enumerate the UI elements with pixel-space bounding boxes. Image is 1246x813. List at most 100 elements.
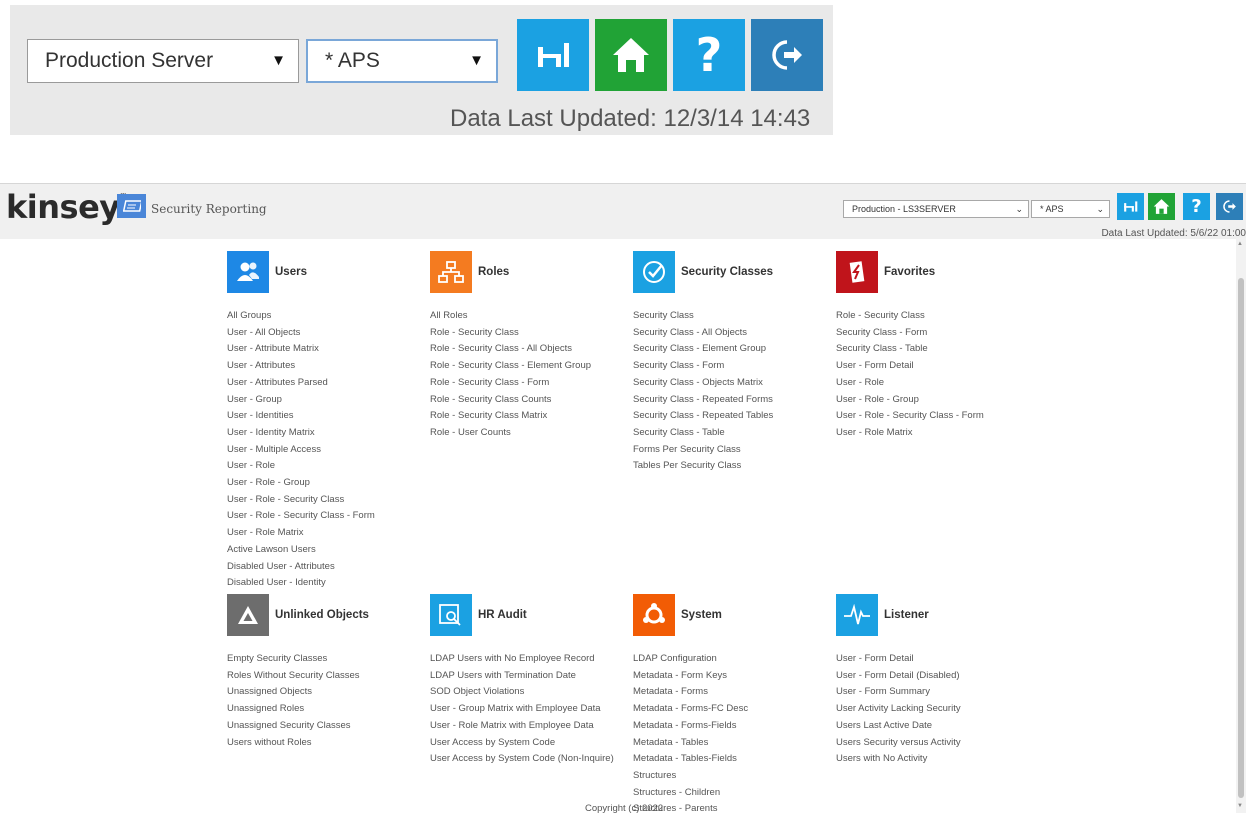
report-link[interactable]: User - Attribute Matrix xyxy=(227,341,375,358)
report-link[interactable]: Role - Security Class xyxy=(836,308,984,325)
report-link[interactable]: User - Attributes xyxy=(227,358,375,375)
report-link[interactable]: User - Identities xyxy=(227,408,375,425)
report-link[interactable]: Metadata - Forms-FC Desc xyxy=(633,701,748,718)
report-link[interactable]: User - Role Matrix xyxy=(836,425,984,442)
report-link[interactable]: Role - Security Class xyxy=(430,325,591,342)
report-link[interactable]: User - Role - Group xyxy=(836,392,984,409)
report-link[interactable]: Role - Security Class - Element Group xyxy=(430,358,591,375)
report-link[interactable]: Unassigned Roles xyxy=(227,701,369,718)
report-link[interactable]: Users with No Activity xyxy=(836,751,961,768)
report-link[interactable]: Security Class - Repeated Tables xyxy=(633,408,773,425)
report-link[interactable]: User - Group xyxy=(227,392,375,409)
report-link[interactable]: Users without Roles xyxy=(227,735,369,752)
report-link[interactable]: Structures xyxy=(633,768,748,785)
server-select-value: Production - LS3SERVER xyxy=(852,204,956,214)
report-link[interactable]: Users Last Active Date xyxy=(836,718,961,735)
report-link[interactable]: Security Class - Element Group xyxy=(633,341,773,358)
report-link[interactable]: Role - Security Class - Form xyxy=(430,375,591,392)
report-link[interactable]: User - Role Matrix xyxy=(227,525,375,542)
report-link[interactable]: User Access by System Code (Non-Inquire) xyxy=(430,751,614,768)
logout-icon xyxy=(1223,200,1236,213)
report-link[interactable]: Unassigned Security Classes xyxy=(227,718,369,735)
company-select[interactable]: * APS ▼ xyxy=(306,39,498,83)
report-link[interactable]: Role - Security Class - All Objects xyxy=(430,341,591,358)
report-link[interactable]: Forms Per Security Class xyxy=(633,442,773,459)
report-link[interactable]: Role - User Counts xyxy=(430,425,591,442)
report-link[interactable]: Active Lawson Users xyxy=(227,542,375,559)
report-link[interactable]: User - Form Detail xyxy=(836,358,984,375)
report-link[interactable]: User - Identity Matrix xyxy=(227,425,375,442)
desk-button[interactable] xyxy=(1117,193,1144,220)
report-link[interactable]: Metadata - Tables xyxy=(633,735,748,752)
report-link[interactable]: Disabled User - Identity xyxy=(227,575,375,592)
report-link[interactable]: User - Multiple Access xyxy=(227,442,375,459)
report-link[interactable]: Security Class - Objects Matrix xyxy=(633,375,773,392)
report-link[interactable]: Users Security versus Activity xyxy=(836,735,961,752)
report-link[interactable]: Metadata - Tables-Fields xyxy=(633,751,748,768)
report-link[interactable]: Security Class - Repeated Forms xyxy=(633,392,773,409)
report-link[interactable]: Metadata - Forms xyxy=(633,684,748,701)
report-link[interactable]: Roles Without Security Classes xyxy=(227,668,369,685)
report-link[interactable]: User - Role Matrix with Employee Data xyxy=(430,718,614,735)
report-link[interactable]: User - Form Detail xyxy=(836,651,961,668)
link-list: Empty Security Classes Roles Without Secu… xyxy=(227,651,369,751)
logout-button[interactable] xyxy=(1216,193,1243,220)
report-link[interactable]: Metadata - Form Keys xyxy=(633,668,748,685)
report-link[interactable]: Security Class - All Objects xyxy=(633,325,773,342)
report-link[interactable]: All Roles xyxy=(430,308,591,325)
report-link[interactable]: Tables Per Security Class xyxy=(633,458,773,475)
home-button[interactable] xyxy=(1148,193,1175,220)
logout-button[interactable] xyxy=(751,19,823,91)
report-link[interactable]: Structures - Children xyxy=(633,785,748,802)
report-link[interactable]: User - All Objects xyxy=(227,325,375,342)
server-select[interactable]: Production Server ▼ xyxy=(27,39,299,83)
report-link[interactable]: Security Class xyxy=(633,308,773,325)
company-select[interactable]: * APS ⌄ xyxy=(1031,200,1110,218)
report-link[interactable]: User - Form Summary xyxy=(836,684,961,701)
link-list: User - Form Detail User - Form Detail (Di… xyxy=(836,651,961,768)
report-link[interactable]: User Access by System Code xyxy=(430,735,614,752)
desk-icon xyxy=(1124,201,1138,212)
help-button[interactable]: ? xyxy=(673,19,745,91)
report-link[interactable]: User - Form Detail (Disabled) xyxy=(836,668,961,685)
report-link[interactable]: Security Class - Form xyxy=(836,325,984,342)
report-link[interactable]: Security Class - Form xyxy=(633,358,773,375)
report-link[interactable]: All Groups xyxy=(227,308,375,325)
help-button[interactable]: ? xyxy=(1183,193,1210,220)
report-link[interactable]: Empty Security Classes xyxy=(227,651,369,668)
report-link[interactable]: User - Role - Security Class - Form xyxy=(836,408,984,425)
section-title: Users xyxy=(275,266,307,278)
report-link[interactable]: LDAP Configuration xyxy=(633,651,748,668)
report-link[interactable]: SOD Object Violations xyxy=(430,684,614,701)
report-link[interactable]: LDAP Users with No Employee Record xyxy=(430,651,614,668)
vertical-scrollbar[interactable]: ▲ ▼ xyxy=(1236,238,1246,813)
report-link[interactable]: Security Class - Table xyxy=(836,341,984,358)
report-link[interactable]: Metadata - Forms-Fields xyxy=(633,718,748,735)
section-title: Unlinked Objects xyxy=(275,609,369,621)
logout-icon xyxy=(772,40,802,70)
data-last-updated: Data Last Updated: 5/6/22 01:00 xyxy=(1101,228,1246,239)
report-link[interactable]: User - Role xyxy=(227,458,375,475)
scrollbar-thumb[interactable] xyxy=(1238,278,1244,798)
report-link[interactable]: User - Role - Security Class xyxy=(227,492,375,509)
report-link[interactable]: Unassigned Objects xyxy=(227,684,369,701)
report-link[interactable]: Disabled User - Attributes xyxy=(227,559,375,576)
report-link[interactable]: Role - Security Class Counts xyxy=(430,392,591,409)
report-link[interactable]: User - Role - Group xyxy=(227,475,375,492)
chevron-down-icon: ⌄ xyxy=(1015,204,1023,214)
report-link[interactable]: Security Class - Table xyxy=(633,425,773,442)
report-link[interactable]: LDAP Users with Termination Date xyxy=(430,668,614,685)
server-select[interactable]: Production - LS3SERVER ⌄ xyxy=(843,200,1029,218)
scroll-up-icon[interactable]: ▲ xyxy=(1237,241,1243,247)
report-link[interactable]: User - Attributes Parsed xyxy=(227,375,375,392)
report-link[interactable]: User - Group Matrix with Employee Data xyxy=(430,701,614,718)
home-button[interactable] xyxy=(595,19,667,91)
copyright: Copyright (c) 2022 xyxy=(585,803,664,813)
report-link[interactable]: Role - Security Class Matrix xyxy=(430,408,591,425)
report-link[interactable]: User Activity Lacking Security xyxy=(836,701,961,718)
help-icon: ? xyxy=(1191,195,1202,217)
scroll-down-icon[interactable]: ▼ xyxy=(1237,803,1243,809)
report-link[interactable]: User - Role - Security Class - Form xyxy=(227,508,375,525)
report-link[interactable]: User - Role xyxy=(836,375,984,392)
desk-button[interactable] xyxy=(517,19,589,91)
